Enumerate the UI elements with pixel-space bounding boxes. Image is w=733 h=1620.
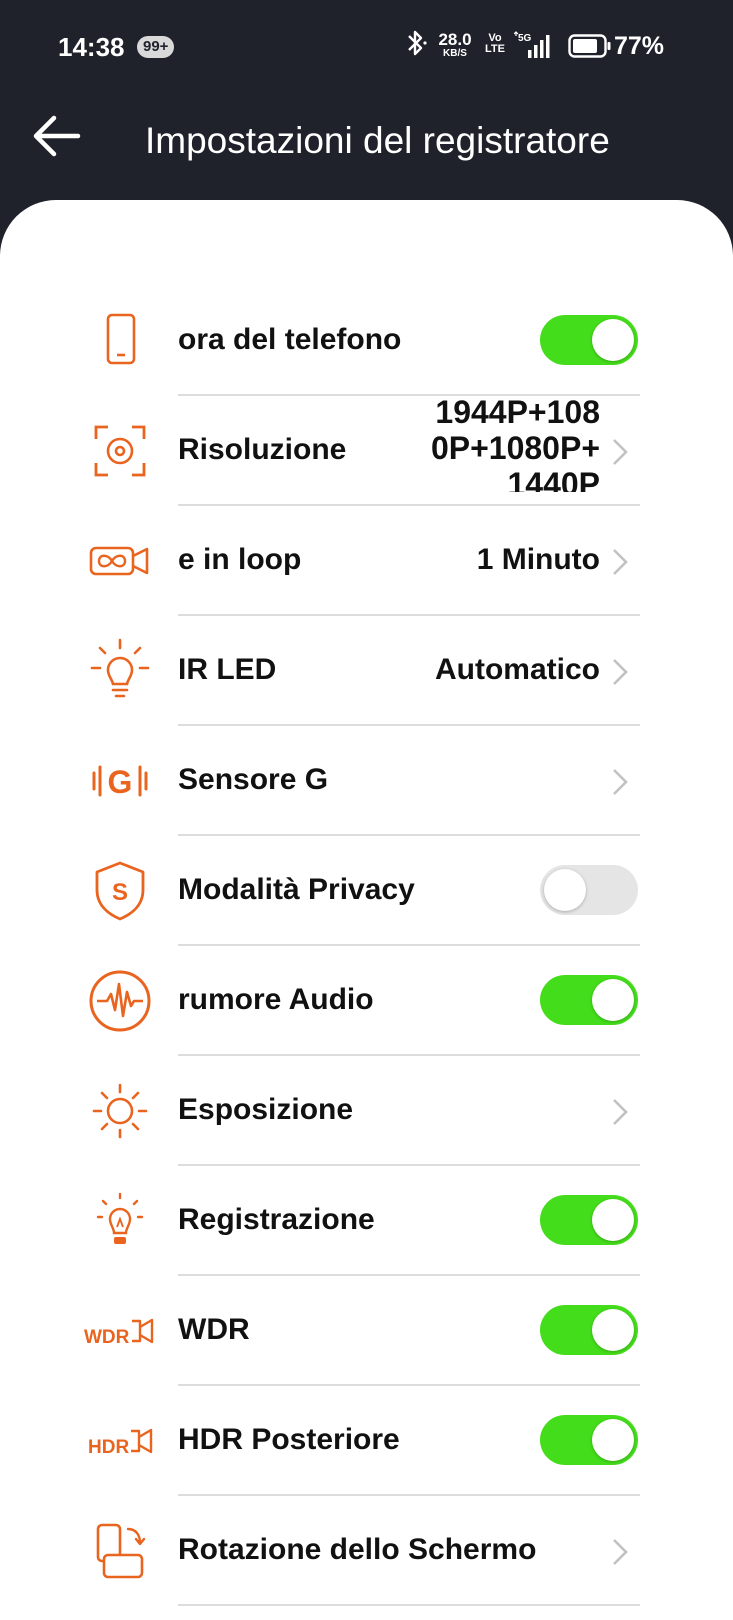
setting-label-ir-led: IR LED bbox=[178, 653, 277, 686]
setting-value-loop-recording: 1 Minuto bbox=[476, 543, 600, 576]
arrow-left-icon bbox=[33, 115, 81, 157]
status-time: 14:38 bbox=[58, 32, 125, 62]
chevron-right-icon[interactable] bbox=[610, 1096, 630, 1128]
hdr-rear-toggle[interactable] bbox=[540, 1415, 638, 1465]
toggle-knob bbox=[592, 1199, 634, 1241]
battery-icon bbox=[568, 34, 611, 58]
setting-label-resolution: Risoluzione bbox=[178, 433, 347, 466]
setting-label-audio: rumore Audio bbox=[178, 983, 374, 1016]
phone-time-toggle[interactable] bbox=[540, 315, 638, 365]
setting-row-hdr-rear[interactable]: HDR HDR Posteriore bbox=[0, 1386, 733, 1496]
notification-badge: 99+ bbox=[137, 36, 175, 58]
setting-label-screen-rotation: Rotazione dello Schermo bbox=[178, 1533, 537, 1566]
setting-label-hdr-rear: HDR Posteriore bbox=[178, 1423, 400, 1456]
screen-rotate-icon bbox=[80, 1517, 160, 1585]
privacy-mode-toggle[interactable] bbox=[540, 865, 638, 915]
hdr-icon: HDR bbox=[80, 1407, 160, 1475]
recording-toggle[interactable] bbox=[540, 1195, 638, 1245]
svg-text:HDR: HDR bbox=[88, 1437, 129, 1458]
volte-indicator: Vo LTE bbox=[482, 33, 508, 55]
setting-row-screen-rotation[interactable]: Rotazione dello Schermo bbox=[0, 1496, 733, 1606]
signal-icon: 5G bbox=[514, 31, 550, 58]
setting-value-ir-led: Automatico bbox=[435, 653, 600, 686]
toggle-knob bbox=[592, 1309, 634, 1351]
divider bbox=[178, 1604, 640, 1606]
setting-row-resolution[interactable]: Risoluzione bbox=[0, 396, 733, 506]
wdr-icon: WDR bbox=[80, 1297, 160, 1365]
setting-label-recording: Registrazione bbox=[178, 1203, 375, 1236]
back-button[interactable] bbox=[30, 112, 84, 162]
setting-row-recording[interactable]: Registrazione bbox=[0, 1166, 733, 1276]
setting-label-exposure: Esposizione bbox=[178, 1093, 354, 1126]
loop-video-icon bbox=[80, 527, 160, 595]
settings-sheet: ora del telefono Risoluzione e in loop 1… bbox=[0, 200, 733, 1620]
phone-icon bbox=[80, 307, 160, 375]
setting-label-wdr: WDR bbox=[178, 1313, 250, 1346]
toggle-knob bbox=[592, 319, 634, 361]
chevron-right-icon[interactable] bbox=[610, 766, 630, 798]
setting-label-phone-time: ora del telefono bbox=[178, 323, 402, 356]
chevron-right-icon[interactable] bbox=[610, 656, 630, 688]
net-speed-unit: KB/S bbox=[443, 48, 467, 59]
setting-row-loop-recording[interactable]: e in loop 1 Minuto bbox=[0, 506, 733, 616]
svg-text:G: G bbox=[108, 764, 133, 800]
camera-focus-icon bbox=[80, 417, 160, 485]
g-sensor-icon: G bbox=[80, 747, 160, 815]
page-title: Impostazioni del registratore bbox=[145, 120, 610, 161]
bluetooth-icon bbox=[408, 30, 427, 56]
setting-row-exposure[interactable]: Esposizione bbox=[0, 1056, 733, 1166]
battery-percent: 77% bbox=[614, 32, 665, 60]
setting-row-audio[interactable]: rumore Audio bbox=[0, 946, 733, 1056]
wdr-toggle[interactable] bbox=[540, 1305, 638, 1355]
volte-bottom: LTE bbox=[485, 43, 505, 55]
setting-row-wdr[interactable]: WDR WDR bbox=[0, 1276, 733, 1386]
status-bar: 14:38 99+ 28.0 KB/S Vo LTE 5G 77% bbox=[0, 0, 733, 96]
svg-text:5G: 5G bbox=[518, 33, 532, 44]
lightbulb-icon bbox=[80, 1187, 160, 1255]
toggle-knob bbox=[544, 869, 586, 911]
setting-label-loop-recording: e in loop bbox=[178, 543, 302, 576]
chevron-right-icon[interactable] bbox=[610, 546, 630, 578]
net-speed-value: 28.0 bbox=[438, 30, 472, 49]
chevron-right-icon[interactable] bbox=[610, 1536, 630, 1568]
chevron-right-icon[interactable] bbox=[610, 436, 630, 468]
setting-label-privacy-mode: Modalità Privacy bbox=[178, 873, 415, 906]
svg-text:WDR: WDR bbox=[84, 1327, 130, 1348]
setting-row-ir-led[interactable]: IR LED Automatico bbox=[0, 616, 733, 726]
setting-value-resolution: 1944P+1080P+1080P+1440P bbox=[430, 394, 600, 492]
shield-icon: S bbox=[80, 857, 160, 925]
toggle-knob bbox=[592, 979, 634, 1021]
audio-wave-icon bbox=[80, 967, 160, 1035]
net-speed: 28.0 KB/S bbox=[435, 31, 475, 59]
setting-label-g-sensor: Sensore G bbox=[178, 763, 329, 796]
toggle-knob bbox=[592, 1419, 634, 1461]
setting-row-g-sensor[interactable]: G Sensore G bbox=[0, 726, 733, 836]
setting-row-privacy-mode[interactable]: S Modalità Privacy bbox=[0, 836, 733, 946]
audio-toggle[interactable] bbox=[540, 975, 638, 1025]
setting-row-phone-time[interactable]: ora del telefono bbox=[0, 286, 733, 396]
bulb-icon bbox=[80, 637, 160, 705]
svg-text:S: S bbox=[112, 879, 128, 906]
sun-icon bbox=[80, 1077, 160, 1145]
